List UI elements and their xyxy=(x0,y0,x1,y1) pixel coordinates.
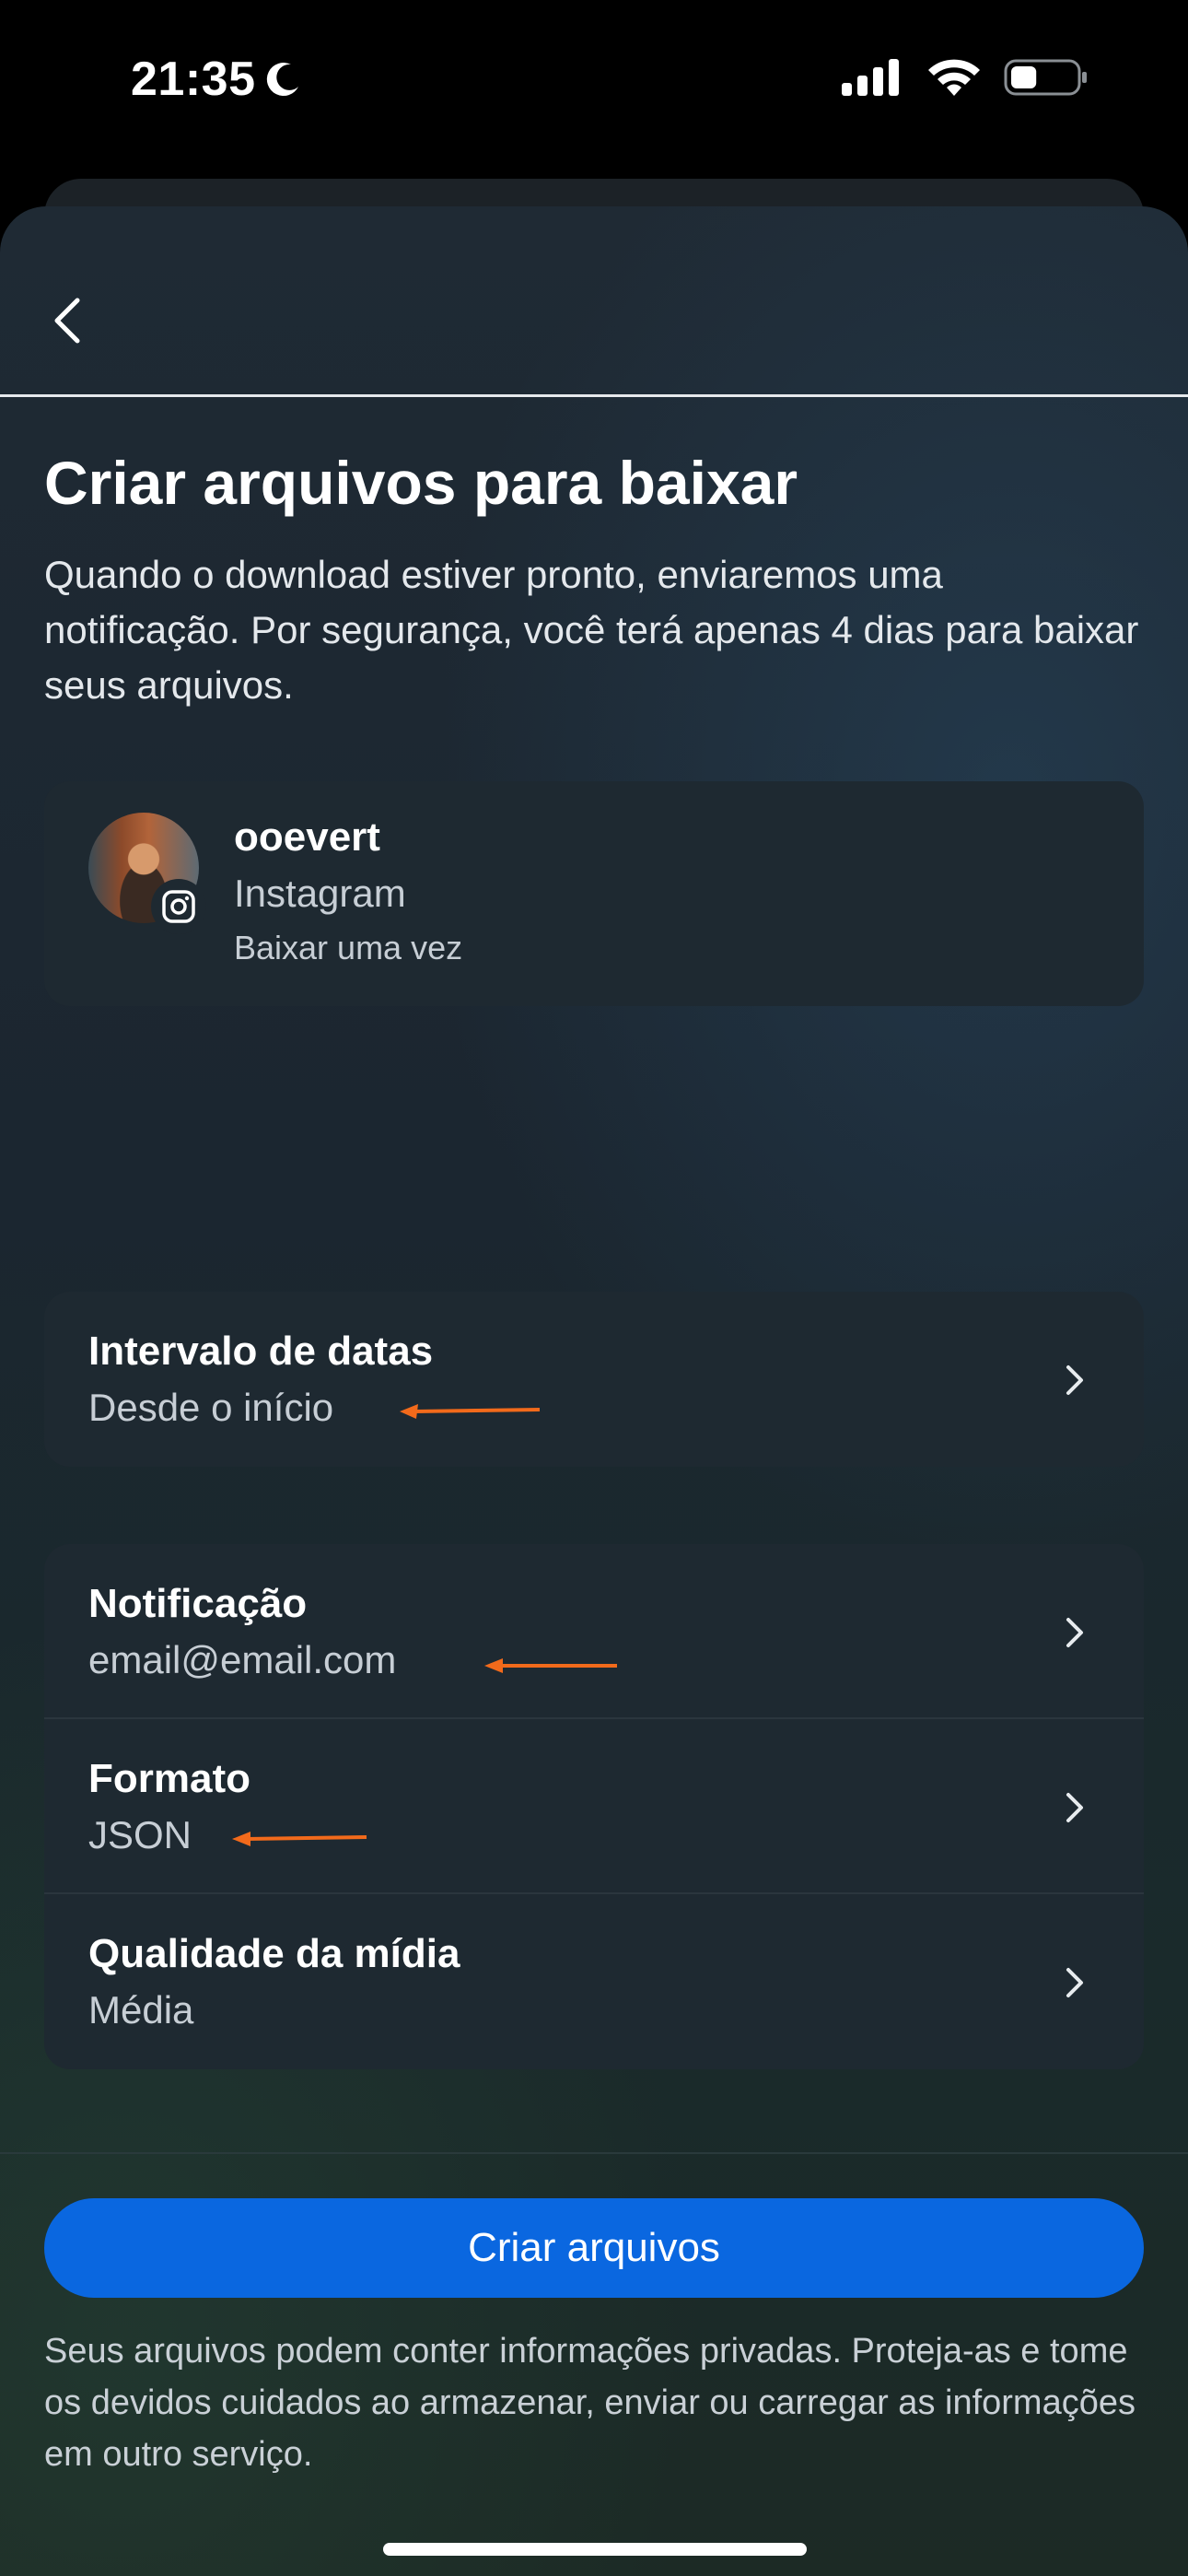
create-files-button[interactable]: Criar arquivos xyxy=(44,2198,1144,2298)
media-quality-label: Qualidade da mídia xyxy=(88,1931,460,1976)
chevron-right-icon xyxy=(1066,1968,1083,1997)
cellular-signal-icon xyxy=(842,59,899,96)
header-divider xyxy=(0,394,1188,397)
settings-row-notification[interactable]: Notificação email@email.com xyxy=(44,1544,1144,1719)
format-label: Formato xyxy=(88,1756,250,1801)
settings-row-media-quality[interactable]: Qualidade da mídia Média xyxy=(44,1894,1144,2069)
date-range-row[interactable]: Intervalo de datas Desde o início xyxy=(44,1292,1144,1467)
notification-label: Notificação xyxy=(88,1581,308,1626)
status-bar: 21:35 xyxy=(0,0,1188,175)
chevron-left-icon[interactable] xyxy=(41,291,99,350)
export-sheet: Criar arquivos para baixar Quando o down… xyxy=(0,206,1188,2576)
account-card: ooevert Instagram Baixar uma vez xyxy=(44,781,1144,1006)
home-indicator[interactable] xyxy=(383,2543,807,2556)
notification-value: email@email.com xyxy=(88,1638,397,1681)
battery-icon xyxy=(1004,59,1087,96)
moon-icon xyxy=(266,63,298,97)
annotation-arrow xyxy=(232,1832,367,1846)
footer-divider xyxy=(0,2152,1188,2154)
annotation-arrow xyxy=(484,1658,617,1673)
status-time: 21:35 xyxy=(131,52,304,107)
chevron-right-icon xyxy=(1066,1793,1083,1822)
page-description: Quando o download estiver pronto, enviar… xyxy=(44,553,1139,707)
annotation-arrow xyxy=(400,1404,541,1419)
chevron-right-icon xyxy=(1066,1618,1083,1647)
date-range-item[interactable]: Intervalo de datas Desde o início xyxy=(44,1292,1144,1467)
export-settings-card: Notificação email@email.com Formato JSON xyxy=(44,1544,1144,2069)
chevron-right-icon xyxy=(1066,1365,1083,1395)
account-platform: Instagram xyxy=(234,872,406,915)
instagram-icon xyxy=(162,890,195,923)
status-icons xyxy=(840,57,1089,98)
account-username: ooevert xyxy=(234,814,380,860)
instagram-badge xyxy=(151,879,206,934)
page-title: Criar arquivos para baixar xyxy=(44,449,798,517)
media-quality-value: Média xyxy=(88,1988,194,2032)
format-value: JSON xyxy=(88,1813,192,1856)
date-range-label: Intervalo de datas xyxy=(88,1329,434,1374)
account-download-mode: Baixar uma vez xyxy=(234,929,463,966)
privacy-note: Seus arquivos podem conter informações p… xyxy=(44,2332,1136,2474)
status-time-text: 21:35 xyxy=(131,53,256,106)
wifi-icon xyxy=(928,59,980,96)
date-range-value: Desde o início xyxy=(88,1386,334,1429)
settings-row-format[interactable]: Formato JSON xyxy=(44,1719,1144,1894)
